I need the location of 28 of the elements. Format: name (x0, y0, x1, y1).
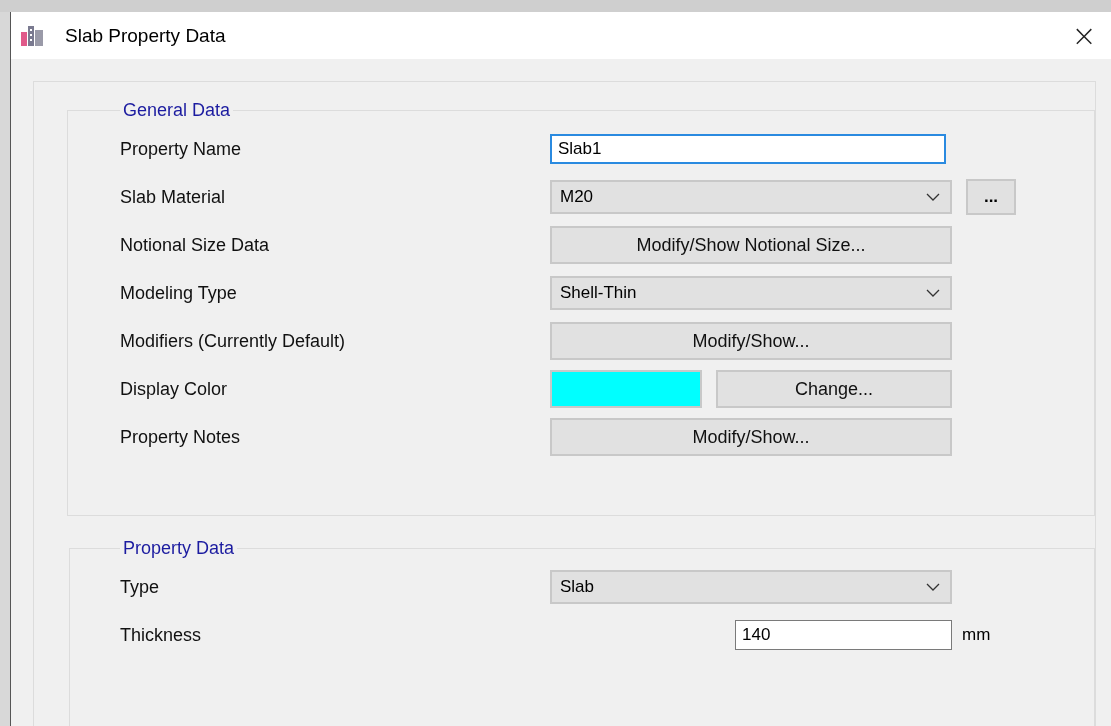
field-label: Display Color (120, 378, 229, 400)
change-button[interactable]: Change... (716, 370, 952, 408)
field-label: Property Notes (120, 426, 242, 448)
chevron-down-icon (926, 193, 940, 201)
dropdown[interactable]: Slab (550, 570, 952, 604)
chevron-down-icon (926, 289, 940, 297)
group-title: Property Data (122, 538, 236, 559)
dropdown[interactable]: M20 (550, 180, 952, 214)
action-button[interactable]: Modify/Show... (550, 322, 952, 360)
field-label: Thickness (120, 624, 203, 646)
field-label: Type (120, 576, 161, 598)
field-label: Slab Material (120, 186, 227, 208)
field-label: Notional Size Data (120, 234, 271, 256)
text-field[interactable]: Slab1 (550, 134, 946, 164)
group-title: General Data (122, 100, 232, 121)
window-title: Slab Property Data (65, 24, 227, 47)
action-button[interactable]: Modify/Show... (550, 418, 952, 456)
text-field[interactable]: 140 (735, 620, 952, 650)
action-button[interactable]: Modify/Show Notional Size... (550, 226, 952, 264)
field-label: Property Name (120, 138, 243, 160)
dropdown[interactable]: Shell-Thin (550, 276, 952, 310)
close-button[interactable]: × (1061, 12, 1107, 59)
buildings-icon (21, 25, 43, 46)
field-label: Modifiers (Currently Default) (120, 330, 347, 352)
unit-label: mm (962, 625, 991, 645)
field-label: Modeling Type (120, 282, 238, 304)
browse-button[interactable]: ... (966, 179, 1016, 215)
chevron-down-icon (926, 583, 940, 591)
